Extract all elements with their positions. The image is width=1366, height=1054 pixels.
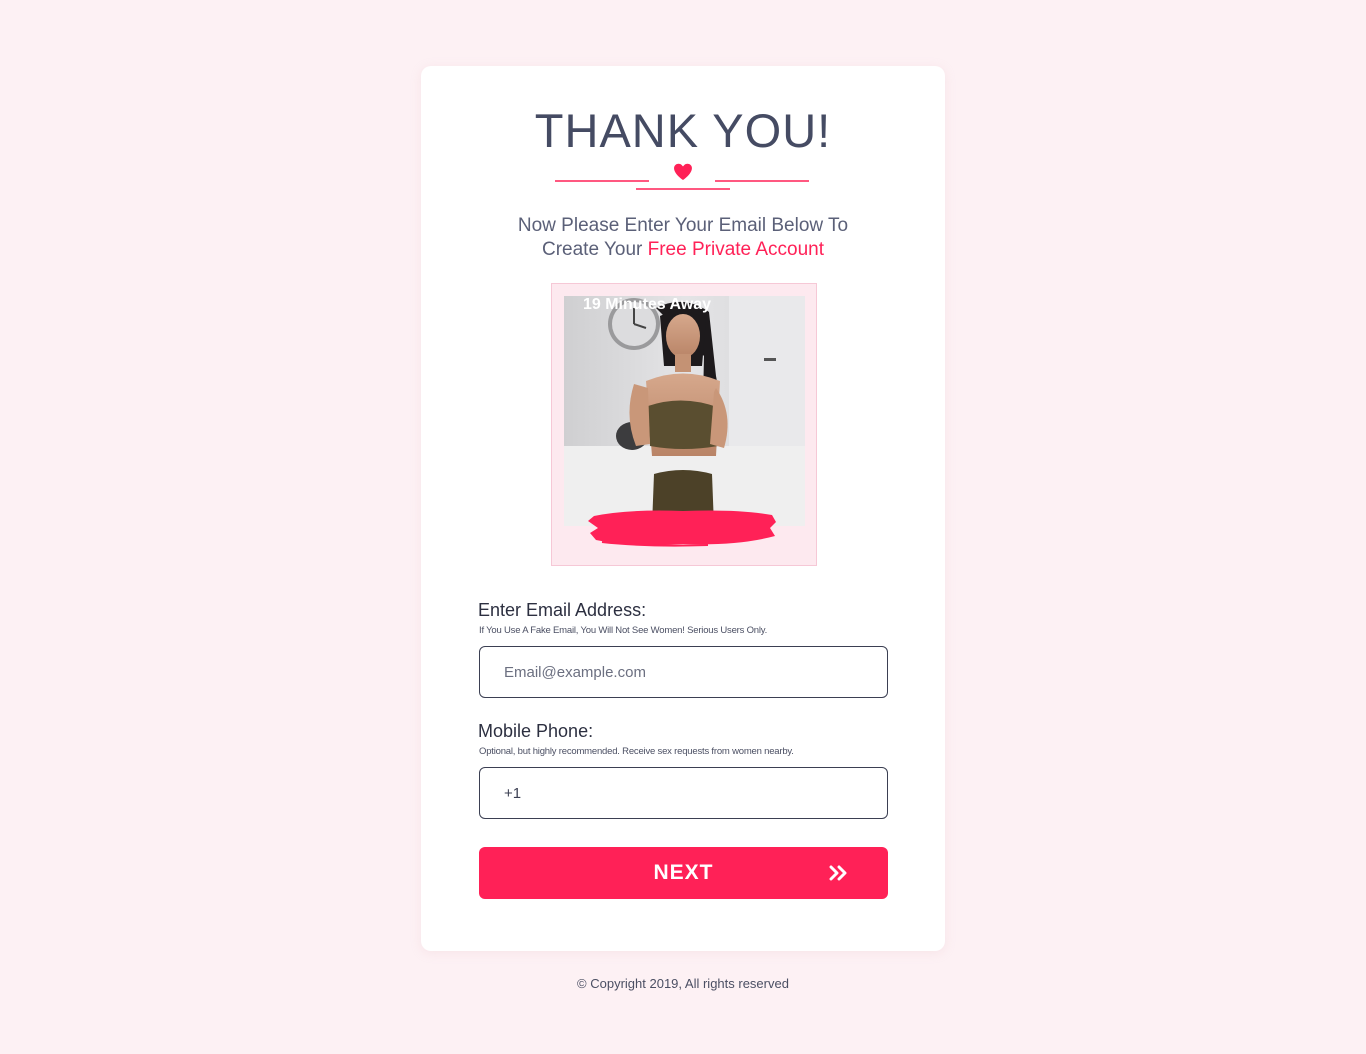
profile-photo[interactable] bbox=[564, 296, 805, 526]
distance-badge: 19 Minutes Away bbox=[582, 296, 712, 313]
subtitle-line-2: Create Your Free Private Account bbox=[421, 238, 945, 262]
heart-divider bbox=[555, 163, 809, 190]
subtitle: Now Please Enter Your Email Below To Cre… bbox=[421, 214, 945, 262]
heart-icon bbox=[674, 163, 692, 180]
profile-photo-frame: 19 Minutes Away bbox=[551, 283, 817, 566]
next-button[interactable]: NEXT bbox=[479, 847, 888, 899]
phone-label: Mobile Phone: bbox=[478, 721, 594, 741]
subtitle-line-1: Now Please Enter Your Email Below To bbox=[517, 215, 849, 236]
phone-hint: Optional, but highly recommended. Receiv… bbox=[479, 746, 794, 757]
signup-card: THANK YOU! Now Please Enter Your Email B… bbox=[421, 66, 945, 951]
subtitle-prefix: Create Your bbox=[541, 239, 648, 260]
email-label: Enter Email Address: bbox=[478, 600, 647, 620]
email-input[interactable] bbox=[479, 646, 888, 698]
badge-brush bbox=[588, 510, 776, 547]
subtitle-accent: Free Private Account bbox=[647, 239, 824, 260]
email-hint: If You Use A Fake Email, You Will Not Se… bbox=[479, 625, 768, 636]
copyright: © Copyright 2019, All rights reserved bbox=[577, 976, 789, 991]
phone-input[interactable] bbox=[479, 767, 888, 819]
double-chevron-right-icon bbox=[829, 865, 847, 881]
page-title: THANK YOU! bbox=[534, 104, 832, 157]
profile-photo-image bbox=[564, 296, 805, 526]
next-label: NEXT bbox=[653, 861, 714, 884]
